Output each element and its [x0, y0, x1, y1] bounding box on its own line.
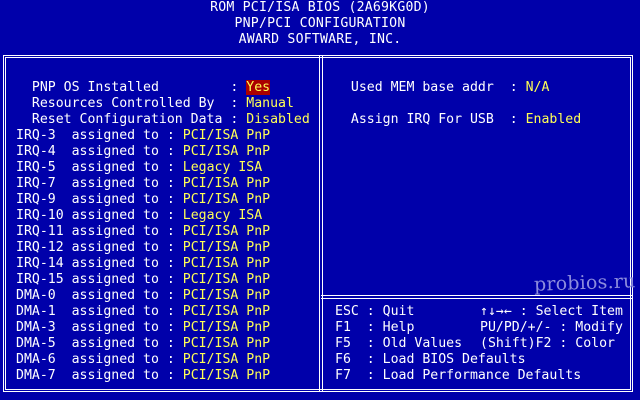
assignment-irq-15[interactable]: IRQ-15 assigned to : PCI/ISA PnP [16, 272, 270, 288]
help-f6: F6 : Load BIOS Defaults [335, 352, 526, 367]
key-f5: F5 : [335, 336, 375, 351]
setting-pnp-os-installed[interactable]: PNP OS Installed : Yes [16, 64, 271, 95]
setting-assign-irq-for-usb[interactable]: Assign IRQ For USB : Enabled [335, 96, 581, 127]
setting-reset-configuration-data[interactable]: Reset Configuration Data : Disabled [16, 96, 310, 127]
assignment-irq-4[interactable]: IRQ-4 assigned to : PCI/ISA PnP [16, 144, 270, 160]
assignment-value[interactable]: PCI/ISA PnP [183, 176, 270, 191]
setting-label: Used MEM base addr [350, 80, 494, 95]
bios-title: ROM PCI/ISA BIOS (2A69KG0D) [210, 0, 430, 15]
assignment-label: IRQ-7 assigned to [16, 176, 159, 191]
key-f1: F1 : [335, 320, 375, 335]
assignment-label: DMA-3 assigned to [16, 320, 159, 335]
assignment-dma-1[interactable]: DMA-1 assigned to : PCI/ISA PnP [16, 304, 270, 320]
assignment-dma-5[interactable]: DMA-5 assigned to : PCI/ISA PnP [16, 336, 270, 352]
setting-resources-controlled-by[interactable]: Resources Controlled By : Manual [16, 80, 294, 111]
assignment-value[interactable]: PCI/ISA PnP [183, 192, 270, 207]
assignment-value[interactable]: PCI/ISA PnP [183, 336, 270, 351]
assignment-label: IRQ-11 assigned to [16, 224, 159, 239]
help-esc: ESC : Quit [335, 304, 415, 319]
page-title: PNP/PCI CONFIGURATION [234, 16, 406, 31]
help-f5: F5 : Old Values [335, 336, 463, 351]
assignment-value[interactable]: Legacy ISA [183, 160, 262, 175]
assignment-value[interactable]: PCI/ISA PnP [183, 144, 270, 159]
assignment-label: DMA-0 assigned to [16, 288, 159, 303]
assignment-label: IRQ-9 assigned to [16, 192, 159, 207]
key-shift-f2: (Shift)F2 [480, 336, 552, 351]
assignment-value[interactable]: PCI/ISA PnP [183, 368, 270, 383]
assignment-label: IRQ-10 assigned to [16, 208, 159, 223]
help-f1: F1 : Help [335, 320, 415, 335]
assignment-dma-6[interactable]: DMA-6 assigned to : PCI/ISA PnP [16, 352, 270, 368]
setting-used-mem-base-addr[interactable]: Used MEM base addr : N/A [335, 64, 550, 95]
assignment-value[interactable]: PCI/ISA PnP [183, 320, 270, 335]
vertical-divider [319, 55, 323, 392]
assignment-label: DMA-7 assigned to [16, 368, 159, 383]
assignment-value[interactable]: Legacy ISA [183, 208, 262, 223]
assignment-label: DMA-5 assigned to [16, 336, 159, 351]
assignment-value[interactable]: PCI/ISA PnP [183, 128, 270, 143]
setting-value[interactable]: Disabled [246, 112, 310, 127]
help-f7: F7 : Load Performance Defaults [335, 368, 582, 383]
setting-label: Reset Configuration Data [31, 112, 223, 127]
setting-value[interactable]: N/A [526, 80, 550, 95]
assignment-label: IRQ-15 assigned to [16, 272, 159, 287]
key-page-up-down: PU/PD/+/- [480, 320, 552, 335]
watermark-text: probios.ru [533, 270, 636, 296]
assignment-label: IRQ-14 assigned to [16, 256, 159, 271]
assignment-value[interactable]: PCI/ISA PnP [183, 256, 270, 271]
assignment-irq-10[interactable]: IRQ-10 assigned to : Legacy ISA [16, 208, 262, 224]
help-select-item: ↑↓→← : Select Item [480, 304, 623, 319]
assignment-irq-3[interactable]: IRQ-3 assigned to : PCI/ISA PnP [16, 128, 270, 144]
assignment-dma-0[interactable]: DMA-0 assigned to : PCI/ISA PnP [16, 288, 270, 304]
assignment-irq-14[interactable]: IRQ-14 assigned to : PCI/ISA PnP [16, 256, 270, 272]
assignment-value[interactable]: PCI/ISA PnP [183, 288, 270, 303]
assignment-label: IRQ-5 assigned to [16, 160, 159, 175]
key-f6: F6 : [335, 352, 375, 367]
assignment-dma-3[interactable]: DMA-3 assigned to : PCI/ISA PnP [16, 320, 270, 336]
assignment-label: IRQ-4 assigned to [16, 144, 159, 159]
assignment-value[interactable]: PCI/ISA PnP [183, 304, 270, 319]
key-esc: ESC : [335, 304, 375, 319]
assignment-irq-5[interactable]: IRQ-5 assigned to : Legacy ISA [16, 160, 262, 176]
assignment-label: IRQ-3 assigned to [16, 128, 159, 143]
assignment-label: DMA-6 assigned to [16, 352, 159, 367]
assignment-irq-9[interactable]: IRQ-9 assigned to : PCI/ISA PnP [16, 192, 270, 208]
assignment-label: DMA-1 assigned to [16, 304, 159, 319]
assignment-irq-7[interactable]: IRQ-7 assigned to : PCI/ISA PnP [16, 176, 270, 192]
vendor-name: AWARD SOFTWARE, INC. [238, 32, 402, 47]
assignment-irq-12[interactable]: IRQ-12 assigned to : PCI/ISA PnP [16, 240, 270, 256]
key-f7: F7 : [335, 368, 375, 383]
assignment-value[interactable]: PCI/ISA PnP [183, 352, 270, 367]
arrow-keys-icon: ↑↓→← [480, 304, 512, 319]
assignment-dma-7[interactable]: DMA-7 assigned to : PCI/ISA PnP [16, 368, 270, 384]
help-modify: PU/PD/+/- : Modify [480, 320, 623, 335]
setting-value[interactable]: Enabled [526, 112, 582, 127]
assignment-value[interactable]: PCI/ISA PnP [183, 272, 270, 287]
help-color: (Shift)F2 : Color [480, 336, 615, 351]
assignment-value[interactable]: PCI/ISA PnP [183, 240, 270, 255]
help-divider [321, 295, 633, 299]
assignment-label: IRQ-12 assigned to [16, 240, 159, 255]
assignment-irq-11[interactable]: IRQ-11 assigned to : PCI/ISA PnP [16, 224, 270, 240]
setting-label: Assign IRQ For USB [350, 112, 494, 127]
bios-header: ROM PCI/ISA BIOS (2A69KG0D) PNP/PCI CONF… [0, 0, 640, 48]
assignment-value[interactable]: PCI/ISA PnP [183, 224, 270, 239]
